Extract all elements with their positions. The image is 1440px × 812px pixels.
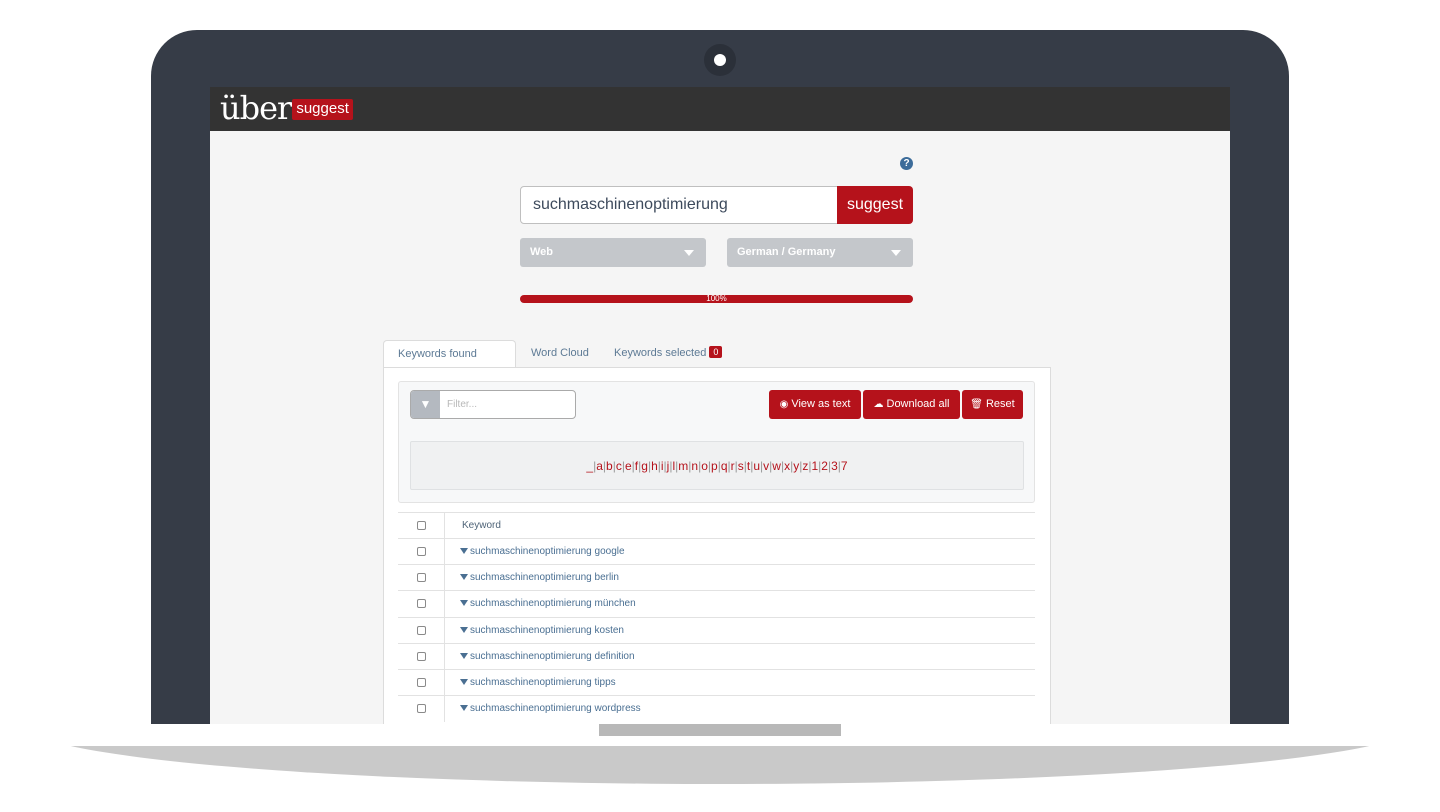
keyword-text: suchmaschinenoptimierung wordpress bbox=[470, 703, 641, 715]
keyword-cell[interactable]: suchmaschinenoptimierung kosten bbox=[460, 618, 624, 644]
filter-field[interactable]: ▼ Filter... bbox=[410, 390, 576, 419]
row-checkbox[interactable] bbox=[417, 651, 426, 661]
keyword-text: suchmaschinenoptimierung google bbox=[470, 546, 625, 557]
download-all-button[interactable]: ☁ Download all bbox=[863, 390, 960, 419]
expand-triangle-icon[interactable] bbox=[460, 652, 468, 659]
alphabet-letter[interactable]: 3 bbox=[831, 459, 838, 473]
table-row[interactable]: suchmaschinenoptimierung google bbox=[398, 538, 1035, 565]
keyword-column-header[interactable]: Keyword bbox=[462, 513, 501, 539]
tab-label: Word Cloud bbox=[531, 347, 589, 359]
cloud-download-icon: ☁ bbox=[873, 399, 884, 410]
laptop-hinge bbox=[599, 724, 841, 736]
row-checkbox[interactable] bbox=[417, 573, 426, 583]
keyword-cell[interactable]: suchmaschinenoptimierung tipps bbox=[460, 670, 616, 696]
language-select[interactable]: German / Germany bbox=[727, 238, 913, 267]
progress-bar: 100% bbox=[520, 295, 913, 303]
alphabet-filter: _|a|b|c|e|f|g|h|i|j|l|m|n|o|p|q|r|s|t|u|… bbox=[410, 441, 1024, 490]
keyword-text: suchmaschinenoptimierung berlin bbox=[470, 572, 619, 584]
filter-icon: ▼ bbox=[411, 391, 440, 418]
keyword-text: suchmaschinenoptimierung definition bbox=[470, 650, 635, 662]
keyword-text: suchmaschinenoptimierung kosten bbox=[470, 624, 624, 636]
alphabet-letter[interactable]: h bbox=[651, 459, 658, 473]
table-header: Keyword bbox=[398, 512, 1035, 539]
keyword-cell[interactable]: suchmaschinenoptimierung wordpress bbox=[460, 696, 641, 722]
alphabet-letter[interactable]: w bbox=[772, 459, 781, 473]
caret-down-icon bbox=[684, 250, 694, 256]
alphabet-letter[interactable]: e bbox=[625, 459, 632, 473]
alphabet-letter[interactable]: 7 bbox=[841, 459, 848, 473]
button-label: View as text bbox=[791, 398, 851, 410]
alphabet-letter[interactable]: m bbox=[678, 459, 688, 473]
view-as-text-button[interactable]: ◉ View as text bbox=[769, 390, 861, 419]
logo-badge: suggest bbox=[292, 99, 353, 120]
suggest-button[interactable]: suggest bbox=[837, 186, 913, 224]
row-checkbox[interactable] bbox=[417, 678, 426, 687]
source-select-value: Web bbox=[530, 246, 554, 258]
table-row[interactable]: suchmaschinenoptimierung definition bbox=[398, 642, 1035, 670]
keyword-cell[interactable]: suchmaschinenoptimierung münchen bbox=[460, 591, 636, 617]
table-row[interactable]: suchmaschinenoptimierung kosten bbox=[398, 616, 1035, 644]
language-select-value: German / Germany bbox=[737, 246, 836, 258]
expand-triangle-icon[interactable] bbox=[460, 600, 468, 607]
expand-triangle-icon[interactable] bbox=[460, 626, 468, 633]
tab-label: Keywords found bbox=[398, 348, 477, 360]
alphabet-letter[interactable]: b bbox=[606, 459, 613, 473]
keyword-text: suchmaschinenoptimierung münchen bbox=[470, 598, 636, 610]
keyword-cell[interactable]: suchmaschinenoptimierung berlin bbox=[460, 565, 619, 591]
screen: über suggest ? suchmaschinenoptimierung … bbox=[210, 87, 1230, 724]
expand-triangle-icon[interactable] bbox=[460, 705, 468, 712]
table-row[interactable]: suchmaschinenoptimierung wordpress bbox=[398, 695, 1035, 723]
tab-label: Keywords selected bbox=[614, 347, 707, 359]
table-row[interactable]: suchmaschinenoptimierung berlin bbox=[398, 564, 1035, 592]
caret-down-icon bbox=[891, 250, 901, 256]
camera-icon bbox=[704, 44, 736, 76]
source-select[interactable]: Web bbox=[520, 238, 706, 267]
alphabet-letter[interactable]: o bbox=[701, 459, 708, 473]
keyword-text: suchmaschinenoptimierung tipps bbox=[470, 677, 616, 688]
tab-keywords-found[interactable]: Keywords found245 bbox=[383, 340, 516, 385]
table-row[interactable]: suchmaschinenoptimierung münchen bbox=[398, 590, 1035, 618]
row-checkbox[interactable] bbox=[417, 625, 426, 635]
row-checkbox[interactable] bbox=[417, 547, 426, 556]
row-checkbox[interactable] bbox=[417, 599, 426, 609]
select-all-checkbox[interactable] bbox=[417, 521, 426, 530]
help-icon[interactable]: ? bbox=[900, 157, 913, 170]
progress-label: 100% bbox=[706, 294, 727, 303]
alphabet-letter[interactable]: a bbox=[596, 459, 603, 473]
filter-input[interactable]: Filter... bbox=[447, 391, 477, 418]
logo[interactable]: über suggest bbox=[220, 91, 353, 125]
tab-keywords-selected[interactable]: Keywords selected 0 bbox=[600, 340, 736, 368]
alphabet-letter[interactable]: p bbox=[711, 459, 718, 473]
reset-button[interactable]: 🗑 Reset bbox=[962, 390, 1023, 419]
eye-icon: ◉ bbox=[779, 399, 789, 410]
count-badge: 0 bbox=[709, 346, 723, 358]
keyword-cell[interactable]: suchmaschinenoptimierung definition bbox=[460, 644, 635, 670]
search-input[interactable]: suchmaschinenoptimierung bbox=[520, 186, 838, 224]
expand-triangle-icon[interactable] bbox=[460, 574, 468, 581]
table-row[interactable]: suchmaschinenoptimierung tipps bbox=[398, 669, 1035, 696]
alphabet-letter[interactable]: 2 bbox=[821, 459, 828, 473]
logo-text: über bbox=[220, 89, 292, 127]
button-label: Download all bbox=[886, 398, 950, 410]
expand-triangle-icon[interactable] bbox=[460, 548, 468, 554]
keyword-cell[interactable]: suchmaschinenoptimierung google bbox=[460, 539, 625, 565]
trash-icon: 🗑 bbox=[970, 399, 983, 410]
app-header: über suggest bbox=[210, 87, 1230, 131]
tab-word-cloud[interactable]: Word Cloud bbox=[517, 340, 603, 368]
expand-triangle-icon[interactable] bbox=[460, 679, 468, 685]
row-checkbox[interactable] bbox=[417, 704, 426, 714]
button-label: Reset bbox=[985, 398, 1015, 410]
alphabet-letter[interactable]: g bbox=[641, 459, 648, 473]
alphabet-letter[interactable]: q bbox=[721, 459, 728, 473]
